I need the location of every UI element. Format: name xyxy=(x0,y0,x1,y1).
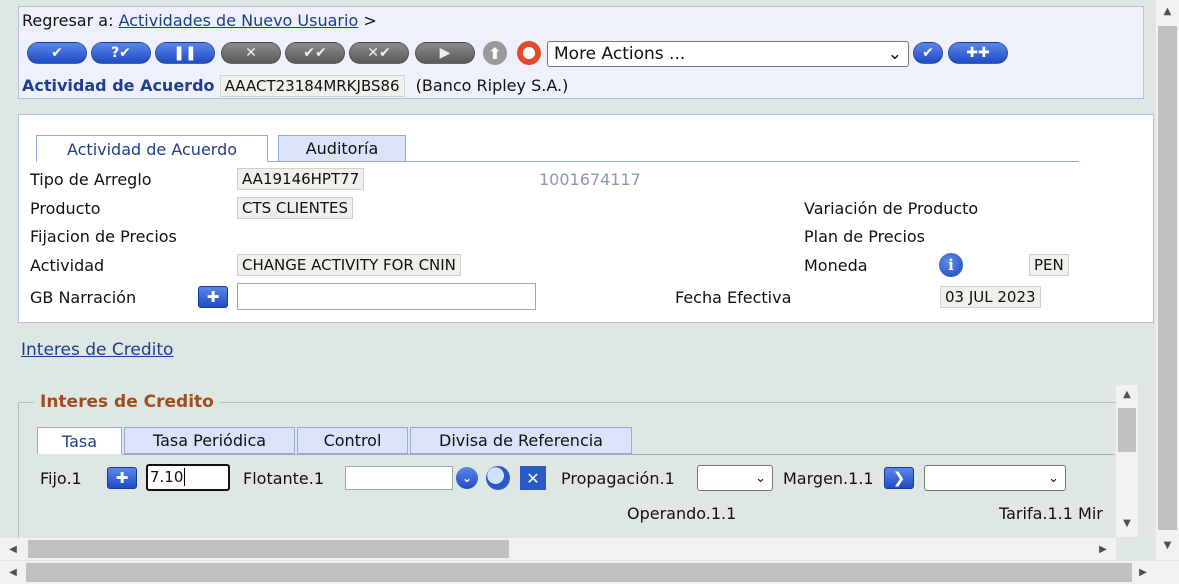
close-icon[interactable]: ✕ xyxy=(520,466,546,490)
flotante-input[interactable] xyxy=(345,466,453,490)
producto-label: Producto xyxy=(30,199,101,218)
variacion-label: Variación de Producto xyxy=(804,199,979,218)
dropdown-icon[interactable]: ⌄ xyxy=(456,467,478,489)
expand-plus-icon[interactable]: ✚ xyxy=(198,286,228,308)
tipo-arreglo-label: Tipo de Arreglo xyxy=(30,170,152,189)
commit-button[interactable]: ✔ xyxy=(27,42,87,64)
chevron-down-icon: ⌄ xyxy=(887,44,902,64)
breadcrumb: Regresar a: Actividades de Nuevo Usuario… xyxy=(22,11,377,30)
arrow-right-icon[interactable]: ❯ xyxy=(884,467,914,489)
hold-button[interactable]: ❚❚ xyxy=(155,42,215,64)
page-vertical-scroll-thumb[interactable] xyxy=(1158,26,1177,530)
page-scroll-down-arrow-icon[interactable]: ▼ xyxy=(1156,536,1179,554)
interes-credito-link[interactable]: Interes de Credito xyxy=(21,340,173,360)
interes-legend: Interes de Credito xyxy=(34,392,220,412)
tab-label: Tasa xyxy=(61,431,98,451)
tab-baseline xyxy=(267,161,1079,162)
chevron-down-icon: ⌄ xyxy=(755,470,766,486)
chevron-down-icon: ⌄ xyxy=(1048,470,1059,486)
record-id: AAACT23184MRKJBS86 xyxy=(219,75,405,97)
page-horizontal-scroll-thumb[interactable] xyxy=(26,563,1132,582)
header-panel: Regresar a: Actividades de Nuevo Usuario… xyxy=(18,6,1144,99)
tab-label: Actividad de Acuerdo xyxy=(66,139,238,159)
go-button[interactable]: ✔ xyxy=(913,42,943,64)
more-actions-select[interactable]: More Actions ... ⌄ xyxy=(547,41,909,67)
plan-label: Plan de Precios xyxy=(804,227,926,246)
actividad-value: CHANGE ACTIVITY FOR CNIN xyxy=(237,254,461,276)
customer-number: 1001674117 xyxy=(539,170,641,189)
help-lifebuoy-icon[interactable] xyxy=(517,41,541,65)
moneda-value: PEN xyxy=(1029,254,1069,276)
producto-value: CTS CLIENTES xyxy=(237,197,354,219)
tab-label: Divisa de Referencia xyxy=(439,431,603,450)
authorise-button[interactable]: ✔✔ xyxy=(285,42,345,64)
fijo-label: Fijo.1 xyxy=(40,469,82,488)
tarifa-label: Tarifa.1.1 Mir xyxy=(999,504,1103,523)
moneda-label: Moneda xyxy=(804,256,868,275)
next-button[interactable]: ▶ xyxy=(415,42,475,64)
tab-label: Control xyxy=(323,431,382,450)
bank-name: (Banco Ripley S.A.) xyxy=(415,76,569,95)
more-actions-value: More Actions ... xyxy=(554,44,686,64)
fijacion-label: Fijacion de Precios xyxy=(30,227,177,246)
breadcrumb-prefix: Regresar a: xyxy=(22,11,114,30)
tab-auditoria[interactable]: Auditoría xyxy=(278,135,406,162)
tab-divisa-referencia[interactable]: Divisa de Referencia xyxy=(410,427,632,454)
tab-control[interactable]: Control xyxy=(297,427,408,454)
scroll-down-arrow-icon[interactable]: ▼ xyxy=(1116,514,1138,532)
actividad-label: Actividad xyxy=(30,256,105,275)
add-new-button[interactable]: ✚✚ xyxy=(948,42,1008,64)
breadcrumb-link[interactable]: Actividades de Nuevo Usuario xyxy=(119,11,359,30)
breadcrumb-suffix: > xyxy=(363,11,377,30)
page-scroll-left-arrow-icon[interactable]: ◀ xyxy=(4,563,22,582)
record-label: Actividad de Acuerdo xyxy=(22,76,215,95)
scroll-right-arrow-icon[interactable]: ▶ xyxy=(1094,538,1112,560)
tab-actividad-de-acuerdo[interactable]: Actividad de Acuerdo xyxy=(36,135,268,162)
fecha-value: 03 JUL 2023 xyxy=(940,286,1041,308)
fecha-label: Fecha Efectiva xyxy=(675,288,792,307)
expand-plus-icon[interactable]: ✚ xyxy=(107,467,137,489)
record-line: Actividad de Acuerdo AAACT23184MRKJBS86 … xyxy=(22,75,568,97)
tab-baseline xyxy=(122,454,1114,455)
page-scroll-right-arrow-icon[interactable]: ▶ xyxy=(1134,563,1152,582)
page-scroll-up-arrow-icon[interactable]: ▲ xyxy=(1156,2,1179,20)
search-icon[interactable] xyxy=(486,466,510,490)
reverse-button[interactable]: ✕✔ xyxy=(349,42,409,64)
tab-label: Auditoría xyxy=(305,139,379,158)
propagacion-select[interactable]: ⌄ xyxy=(697,465,773,491)
inner-horizontal-scroll-thumb[interactable] xyxy=(28,540,509,558)
inner-vertical-scroll-thumb[interactable] xyxy=(1118,408,1136,452)
narracion-input[interactable] xyxy=(237,283,536,310)
margen-label: Margen.1.1 xyxy=(783,469,874,488)
fijo-input-value: 7.10 xyxy=(150,468,184,486)
narracion-label: GB Narración xyxy=(30,288,137,307)
fijo-input[interactable]: 7.10 xyxy=(146,464,230,491)
margen-select[interactable]: ⌄ xyxy=(924,465,1066,491)
operando-label: Operando.1.1 xyxy=(627,504,737,523)
propagacion-label: Propagación.1 xyxy=(561,469,675,488)
validate-button[interactable]: ?✔ xyxy=(91,42,151,64)
upload-icon[interactable]: ⬆ xyxy=(483,41,507,65)
tab-tasa[interactable]: Tasa xyxy=(37,427,122,454)
tab-tasa-periodica[interactable]: Tasa Periódica xyxy=(124,427,295,454)
scroll-up-arrow-icon[interactable]: ▲ xyxy=(1116,385,1138,403)
main-panel: Actividad de Acuerdo Auditoría Tipo de A… xyxy=(18,114,1154,323)
tipo-arreglo-value: AA19146HPT77 xyxy=(237,168,365,190)
tab-label: Tasa Periódica xyxy=(152,431,267,450)
scroll-left-arrow-icon[interactable]: ◀ xyxy=(4,538,22,560)
info-icon[interactable]: i xyxy=(939,253,963,277)
delete-button[interactable]: ✕ xyxy=(221,42,281,64)
flotante-label: Flotante.1 xyxy=(243,469,325,488)
